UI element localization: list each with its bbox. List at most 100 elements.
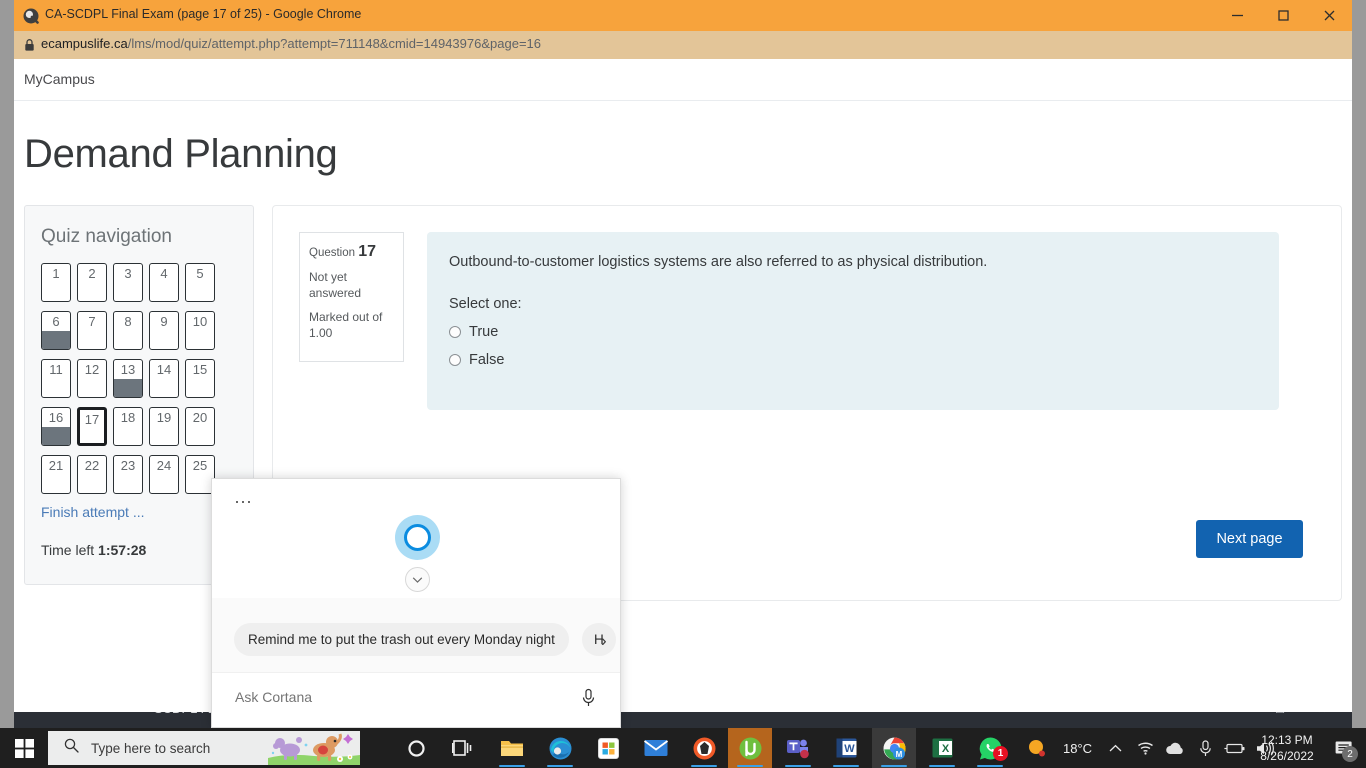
microphone-icon[interactable] <box>1192 728 1218 768</box>
question-nav-button[interactable]: 21 <box>41 455 71 494</box>
cortana-overflow-menu-button[interactable]: ⋯ <box>234 492 254 513</box>
question-nav-button[interactable]: 7 <box>77 311 107 350</box>
question-info-box: Question 17 Not yet answered Marked out … <box>299 232 404 362</box>
notification-icon[interactable]: 2 <box>1326 728 1362 768</box>
question-nav-button[interactable]: 3 <box>113 263 143 302</box>
cortana-suggestions-next-arrow[interactable]: › <box>601 631 607 651</box>
finish-attempt-link[interactable]: Finish attempt ... <box>41 504 144 520</box>
answer-option-true[interactable]: True <box>449 324 1257 340</box>
chevron-down-icon[interactable] <box>405 567 430 592</box>
taskbar-teams-icon[interactable] <box>776 728 820 768</box>
weather-sun-icon[interactable] <box>1024 728 1050 768</box>
question-nav-button[interactable]: 8 <box>113 311 143 350</box>
time-left-value: 1:57:28 <box>98 542 147 558</box>
taskbar-excel-icon[interactable]: X <box>920 728 964 768</box>
window-close-button[interactable] <box>1306 0 1352 31</box>
window-minimize-button[interactable] <box>1214 0 1260 31</box>
time-left: Time left 1:57:28 <box>41 542 146 558</box>
clock-time: 12:13 PM <box>1261 733 1313 747</box>
answer-label-false: False <box>469 352 505 368</box>
taskbar-task-view-icon[interactable] <box>440 728 484 768</box>
question-nav-button[interactable]: 14 <box>149 359 179 398</box>
cortana-panel: ⋯ Remind me to put the trash out every M… <box>211 478 621 728</box>
battery-icon[interactable] <box>1222 728 1248 768</box>
question-nav-button[interactable]: 4 <box>149 263 179 302</box>
question-number: 17 <box>358 243 377 260</box>
question-nav-number: 1 <box>52 266 60 281</box>
next-page-button[interactable]: Next page <box>1196 520 1303 558</box>
question-marked-out-of: Marked out of 1.00 <box>309 310 383 340</box>
taskbar-store-icon[interactable] <box>586 728 630 768</box>
question-nav-button[interactable]: 15 <box>185 359 215 398</box>
taskbar-browser-icon[interactable] <box>682 728 726 768</box>
taskbar-cortana-icon[interactable] <box>394 728 438 768</box>
taskbar: Type here to search W M X 1 18°C 12:13 P… <box>0 728 1366 768</box>
taskbar-file-explorer-icon[interactable] <box>490 728 534 768</box>
navbar-brand[interactable]: MyCampus <box>24 71 95 87</box>
taskbar-word-icon[interactable]: W <box>824 728 868 768</box>
taskbar-whatsapp-icon[interactable]: 1 <box>968 728 1012 768</box>
taskbar-edge-icon[interactable] <box>538 728 582 768</box>
question-nav-number: 15 <box>192 362 208 377</box>
radio-true[interactable] <box>449 326 461 338</box>
cloud-icon[interactable] <box>1162 728 1188 768</box>
question-nav-button[interactable]: 10 <box>185 311 215 350</box>
lock-icon <box>24 38 35 57</box>
radio-false[interactable] <box>449 354 461 366</box>
question-nav-button[interactable]: 12 <box>77 359 107 398</box>
chevron-up-icon[interactable] <box>1102 728 1128 768</box>
taskbar-chrome-icon[interactable]: M <box>872 728 916 768</box>
chrome-address-bar[interactable]: ecampuslife.ca/lms/mod/quiz/attempt.php?… <box>14 31 1352 59</box>
question-nav-number: 14 <box>156 362 172 377</box>
question-nav-button[interactable]: 9 <box>149 311 179 350</box>
taskbar-utorrent-icon[interactable] <box>728 728 772 768</box>
question-nav-button[interactable]: 11 <box>41 359 71 398</box>
search-input[interactable]: Type here to search <box>48 731 360 765</box>
question-nav-button[interactable]: 22 <box>77 455 107 494</box>
question-nav-number: 6 <box>52 314 60 329</box>
question-nav-number: 12 <box>84 362 100 377</box>
chrome-titlebar[interactable]: CA-SCDPL Final Exam (page 17 of 25) - Go… <box>14 0 1352 31</box>
question-nav-button[interactable]: 6 <box>41 311 71 350</box>
question-nav-button[interactable]: 24 <box>149 455 179 494</box>
question-nav-button[interactable]: 18 <box>113 407 143 446</box>
taskbar-clock[interactable]: 12:13 PM 8/26/2022 <box>1252 732 1322 764</box>
question-nav-button[interactable]: 20 <box>185 407 215 446</box>
question-nav-button[interactable]: 17 <box>77 407 107 446</box>
question-nav-number: 9 <box>160 314 168 329</box>
taskbar-mail-icon[interactable] <box>634 728 678 768</box>
svg-text:X: X <box>941 743 949 755</box>
answer-option-false[interactable]: False <box>449 352 1257 368</box>
question-nav-button[interactable]: 2 <box>77 263 107 302</box>
question-nav-button[interactable]: 5 <box>185 263 215 302</box>
page-title: Demand Planning <box>24 132 338 176</box>
answer-label-true: True <box>469 324 499 340</box>
url-path: /lms/mod/quiz/attempt.php?attempt=711148… <box>127 36 541 51</box>
screen: SCDPL : Demand Planning ─ □ ✕ CA-SCDPL F… <box>0 0 1366 768</box>
start-icon[interactable] <box>0 728 48 768</box>
question-nav-button[interactable]: 16 <box>41 407 71 446</box>
wifi-icon[interactable] <box>1132 728 1158 768</box>
question-text: Outbound-to-customer logistics systems a… <box>449 254 988 270</box>
question-nav-button[interactable]: 23 <box>113 455 143 494</box>
question-nav-number: 2 <box>88 266 96 281</box>
question-nav-button[interactable]: 13 <box>113 359 143 398</box>
cortana-suggestion-chip[interactable]: Remind me to put the trash out every Mon… <box>234 623 569 656</box>
question-nav-button[interactable]: 19 <box>149 407 179 446</box>
weather-temperature[interactable]: 18°C <box>1052 728 1098 768</box>
question-inner: Question 17 Not yet answered Marked out … <box>299 232 1317 437</box>
window-maximize-button[interactable] <box>1260 0 1306 31</box>
notification-badge: 2 <box>1342 746 1358 762</box>
microphone-icon[interactable] <box>575 685 601 711</box>
question-nav-button[interactable]: 1 <box>41 263 71 302</box>
question-nav-number: 23 <box>120 458 136 473</box>
search-illustration <box>268 731 360 765</box>
address-bar-url[interactable]: ecampuslife.ca/lms/mod/quiz/attempt.php?… <box>41 36 541 51</box>
search-icon <box>64 738 79 758</box>
whatsapp-badge: 1 <box>993 746 1008 761</box>
question-nav-number: 7 <box>88 314 96 329</box>
select-one-label: Select one: <box>449 296 522 312</box>
cortana-suggestion-chip-partial[interactable]: H <box>582 623 616 656</box>
ask-cortana-input[interactable] <box>235 689 535 705</box>
question-nav-number: 19 <box>156 410 172 425</box>
